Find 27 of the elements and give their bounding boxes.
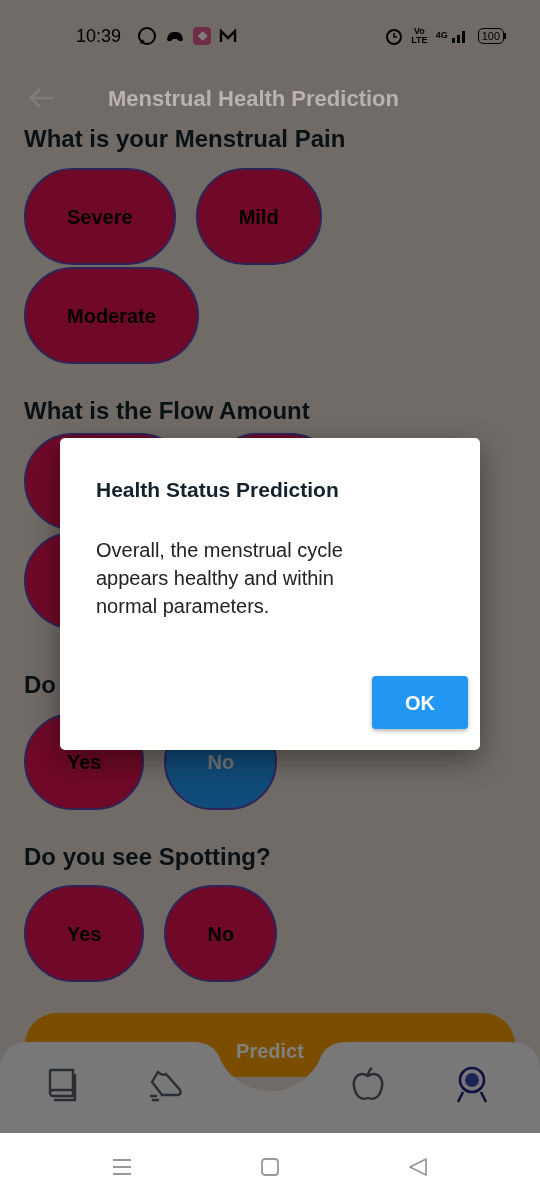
option-button[interactable]: Yes [24,885,145,982]
battery-level: 100 [481,30,500,42]
dialog-title: Health Status Prediction [96,477,340,503]
home-icon[interactable] [260,1156,280,1177]
option-button[interactable]: Mild [195,168,322,265]
option-button[interactable]: Severe [24,168,176,265]
question-label: What is your Menstrual Pain [24,124,346,154]
mail-icon [219,29,238,43]
app-icon [193,27,212,45]
webcam-icon[interactable] [455,1066,489,1104]
chat-icon [137,26,158,46]
network-type: 4G [435,29,448,42]
question-label: What is the Flow Amount [24,396,310,426]
option-button[interactable]: No [164,885,278,982]
app-title: Menstrual Health Prediction [108,84,399,113]
option-button[interactable]: Moderate [24,267,199,364]
alarm-icon [385,27,404,45]
question-label: Do [24,670,56,700]
volte-text: LTE [411,36,428,45]
dialog-message: Overall, the menstrual cycle appears healthy and within normal parameters. [96,537,344,619]
question-label: Do you see Spotting? [24,842,271,872]
ok-button[interactable]: OK [372,676,468,729]
volte-text: Vo [414,27,425,36]
menu-icon[interactable] [112,1157,132,1176]
status-time: 10:39 [76,24,122,48]
signal-icon [451,29,466,43]
back-icon[interactable] [408,1156,428,1177]
